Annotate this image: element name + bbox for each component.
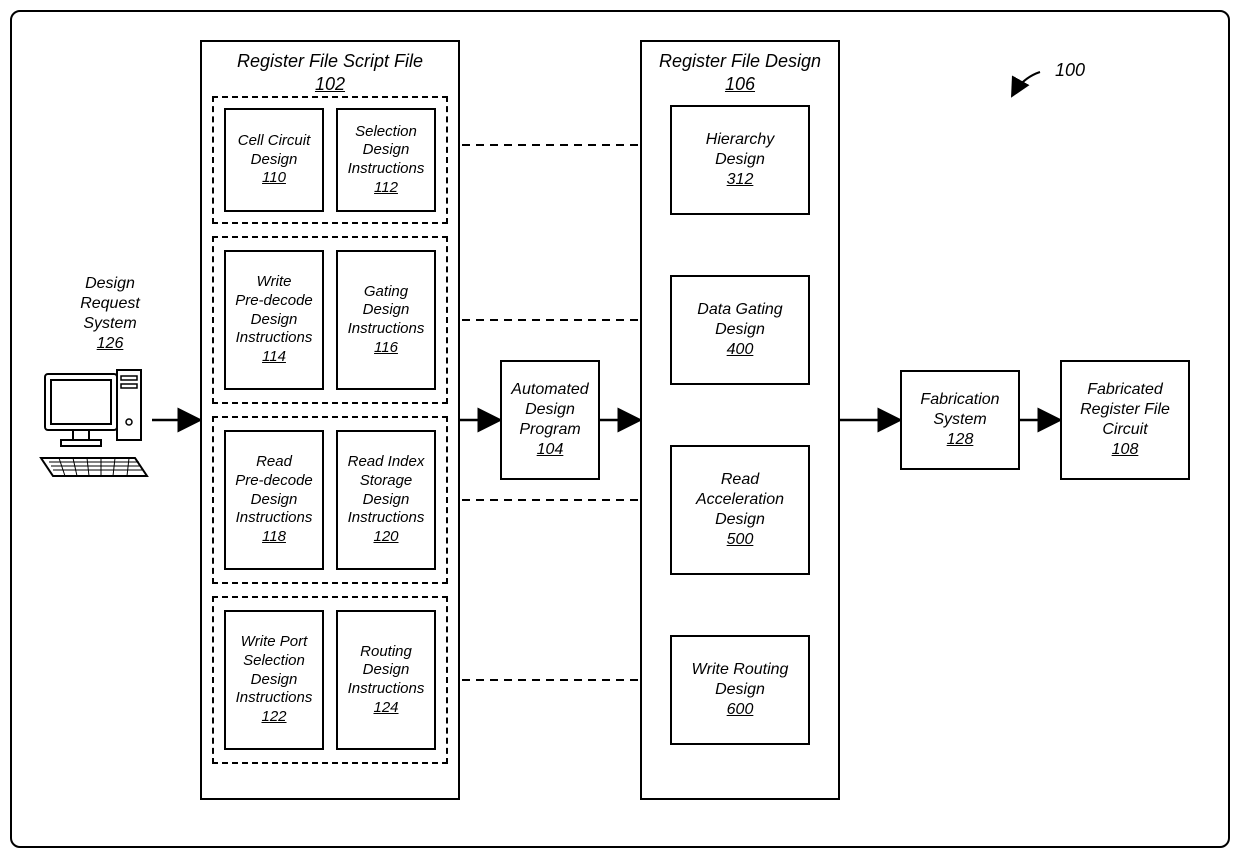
g2b-label: Gating Design Instructions	[348, 283, 425, 339]
d4-label: Write Routing Design	[692, 660, 789, 700]
read-predecode: Read Pre-decode Design Instructions 118	[224, 430, 324, 570]
fabrication-system: Fabrication System 128	[900, 370, 1020, 470]
figure-ref-num: 100	[1055, 59, 1085, 82]
script-file-title: Register File Script File	[237, 50, 423, 73]
g4b-ref: 124	[373, 699, 398, 718]
design-ref: 106	[725, 73, 755, 96]
fabd-ref: 108	[1112, 440, 1139, 460]
computer-icon	[35, 362, 153, 482]
routing-design-instructions: Routing Design Instructions 124	[336, 610, 436, 750]
drs-text: Design Request System	[80, 274, 140, 334]
g3b-ref: 120	[373, 528, 398, 547]
write-port-selection: Write Port Selection Design Instructions…	[224, 610, 324, 750]
design-title: Register File Design	[659, 50, 821, 73]
g1a-ref: 110	[262, 169, 286, 188]
g3a-label: Read Pre-decode Design Instructions	[235, 453, 313, 528]
fabd-label: Fabricated Register File Circuit	[1080, 380, 1170, 440]
selection-design-instructions: Selection Design Instructions 112	[336, 108, 436, 212]
program-label: Automated Design Program	[511, 380, 588, 440]
hierarchy-design: Hierarchy Design 312	[670, 105, 810, 215]
write-predecode: Write Pre-decode Design Instructions 114	[224, 250, 324, 390]
fabricated-circuit: Fabricated Register File Circuit 108	[1060, 360, 1190, 480]
d3-ref: 500	[727, 530, 754, 550]
d2-label: Data Gating Design	[697, 300, 782, 340]
g3a-ref: 118	[262, 528, 286, 547]
script-file-ref: 102	[315, 73, 345, 96]
g1a-label: Cell Circuit Design	[238, 132, 311, 170]
g3b-label: Read Index Storage Design Instructions	[348, 453, 425, 528]
design-request-system-label: Design Request System 126	[60, 270, 160, 358]
automated-design-program: Automated Design Program 104	[500, 360, 600, 480]
g2a-ref: 114	[262, 348, 286, 367]
read-index-storage: Read Index Storage Design Instructions 1…	[336, 430, 436, 570]
write-routing-design: Write Routing Design 600	[670, 635, 810, 745]
drs-ref: 126	[97, 334, 124, 354]
diagram-frame	[10, 10, 1230, 848]
fab-label: Fabrication System	[920, 390, 999, 430]
g2b-ref: 116	[374, 339, 398, 358]
gating-design-instructions: Gating Design Instructions 116	[336, 250, 436, 390]
program-ref: 104	[537, 440, 564, 460]
g4a-label: Write Port Selection Design Instructions	[236, 633, 313, 708]
fab-ref: 128	[947, 430, 974, 450]
cell-circuit-design: Cell Circuit Design 110	[224, 108, 324, 212]
d4-ref: 600	[727, 700, 754, 720]
d3-label: Read Acceleration Design	[696, 470, 784, 530]
d1-label: Hierarchy Design	[706, 130, 774, 170]
g1b-ref: 112	[374, 179, 398, 198]
d1-ref: 312	[727, 170, 754, 190]
g1b-label: Selection Design Instructions	[348, 123, 425, 179]
g2a-label: Write Pre-decode Design Instructions	[235, 273, 313, 348]
g4a-ref: 122	[261, 708, 286, 727]
figure-ref: 100	[1040, 55, 1100, 86]
read-acceleration-design: Read Acceleration Design 500	[670, 445, 810, 575]
g4b-label: Routing Design Instructions	[348, 643, 425, 699]
data-gating-design: Data Gating Design 400	[670, 275, 810, 385]
d2-ref: 400	[727, 340, 754, 360]
